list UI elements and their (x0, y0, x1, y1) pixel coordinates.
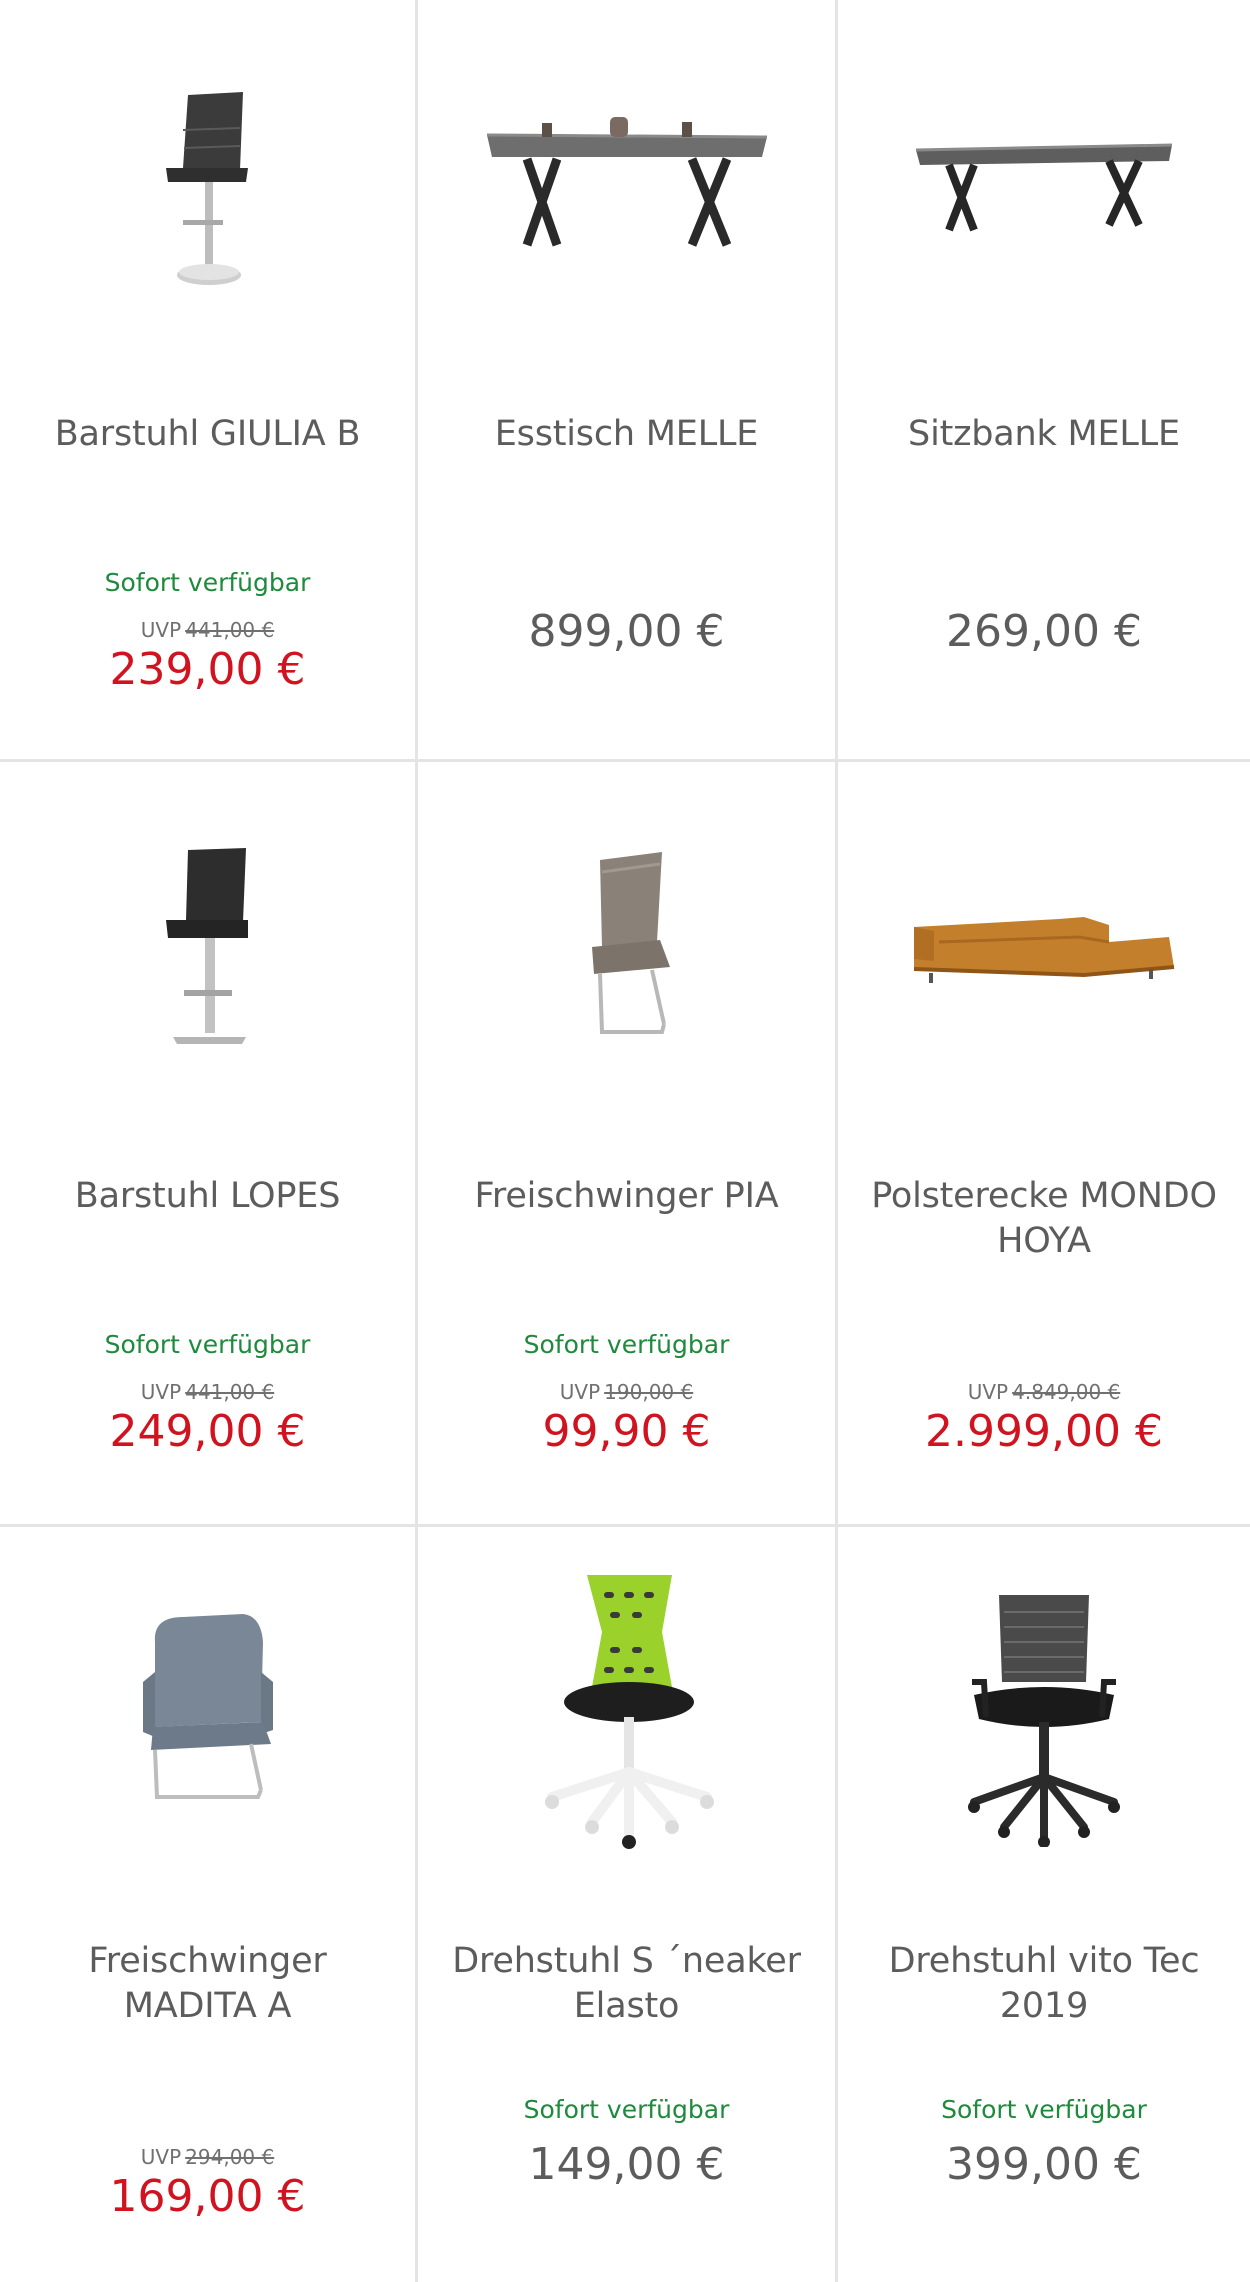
uvp-price: 4.849,00 € (1012, 1380, 1121, 1404)
product-image[interactable] (0, 782, 415, 1122)
product-card[interactable]: Esstisch MELLE 899,00 € (418, 0, 838, 762)
product-image[interactable] (0, 1547, 415, 1887)
uvp-label: UVP (140, 2145, 182, 2169)
regular-price: 269,00 € (946, 606, 1142, 657)
regular-price: 899,00 € (528, 606, 725, 657)
regular-price: 399,00 € (946, 2139, 1142, 2190)
sale-price: 169,00 € (109, 2171, 306, 2222)
product-image[interactable] (838, 20, 1250, 360)
product-name[interactable]: Drehstuhl vito Tec 2019 (858, 1939, 1230, 2029)
uvp-price: 441,00 € (185, 618, 275, 642)
product-name[interactable]: Barstuhl GIULIA B (20, 412, 395, 457)
cantilever-chair-icon (591, 852, 670, 1034)
sale-price: 249,00 € (109, 1406, 306, 1457)
product-card[interactable]: Barstuhl GIULIA B Sofort verfügbar UVP 44… (0, 0, 418, 762)
product-card[interactable]: Freischwinger PIA Sofort verfügbar UVP 19… (418, 762, 838, 1527)
product-name[interactable]: Drehstuhl S ´neaker Elasto (438, 1939, 815, 2029)
product-image[interactable] (838, 1547, 1250, 1887)
product-card[interactable]: Freischwinger MADITA A UVP 294,00 € 169,0… (0, 1527, 418, 2282)
sale-price: 2.999,00 € (925, 1406, 1163, 1457)
sale-price: 239,00 € (109, 644, 306, 695)
availability-label: Sofort verfügbar (104, 568, 311, 597)
availability-label: Sofort verfügbar (104, 1330, 311, 1359)
product-image[interactable] (0, 20, 415, 360)
product-name[interactable]: Freischwinger MADITA A (20, 1939, 395, 2029)
sale-price: 99,90 € (542, 1406, 711, 1457)
product-image[interactable] (418, 1547, 835, 1887)
product-name[interactable]: Sitzbank MELLE (858, 412, 1230, 457)
uvp-price: 294,00 € (185, 2145, 275, 2169)
bar-stool-giulia-icon (165, 92, 248, 285)
product-image[interactable] (418, 20, 835, 360)
product-name[interactable]: Esstisch MELLE (438, 412, 815, 457)
product-card[interactable]: Sitzbank MELLE 269,00 € (838, 0, 1250, 762)
swivel-chair-green-icon (544, 1575, 714, 1849)
uvp-row: UVP 294,00 € (0, 2145, 415, 2169)
bench-icon (915, 143, 1173, 232)
availability-label: Sofort verfügbar (523, 2095, 730, 2124)
uvp-label: UVP (140, 1380, 182, 1404)
product-name[interactable]: Freischwinger PIA (438, 1174, 815, 1219)
uvp-row: UVP 441,00 € (0, 618, 415, 642)
product-card[interactable]: Polsterecke MONDO HOYA UVP 4.849,00 € 2.9… (838, 762, 1250, 1527)
product-image[interactable] (838, 782, 1250, 1122)
uvp-label: UVP (967, 1380, 1009, 1404)
product-card[interactable]: Barstuhl LOPES Sofort verfügbar UVP 441,0… (0, 762, 418, 1527)
product-image[interactable] (418, 782, 835, 1122)
regular-price: 149,00 € (528, 2139, 725, 2190)
product-name[interactable]: Polsterecke MONDO HOYA (858, 1174, 1230, 1264)
uvp-price: 190,00 € (604, 1380, 694, 1404)
product-grid: Barstuhl GIULIA B Sofort verfügbar UVP 44… (0, 0, 1250, 2282)
uvp-label: UVP (559, 1380, 601, 1404)
office-chair-icon (968, 1595, 1120, 1847)
availability-label: Sofort verfügbar (523, 1330, 730, 1359)
uvp-price: 441,00 € (185, 1380, 275, 1404)
uvp-row: UVP 441,00 € (0, 1380, 415, 1404)
uvp-row: UVP 190,00 € (418, 1380, 835, 1404)
uvp-label: UVP (140, 618, 182, 642)
product-card[interactable]: Drehstuhl S ´neaker Elasto Sofort verfüg… (418, 1527, 838, 2282)
dining-table-icon (486, 117, 767, 247)
product-name[interactable]: Barstuhl LOPES (20, 1174, 395, 1219)
uvp-row: UVP 4.849,00 € (838, 1380, 1250, 1404)
product-card[interactable]: Drehstuhl vito Tec 2019 Sofort verfügbar… (838, 1527, 1250, 2282)
armchair-icon (142, 1614, 273, 1799)
bar-stool-lopes-icon (165, 848, 248, 1044)
availability-label: Sofort verfügbar (941, 2095, 1147, 2124)
corner-sofa-icon (913, 917, 1175, 983)
